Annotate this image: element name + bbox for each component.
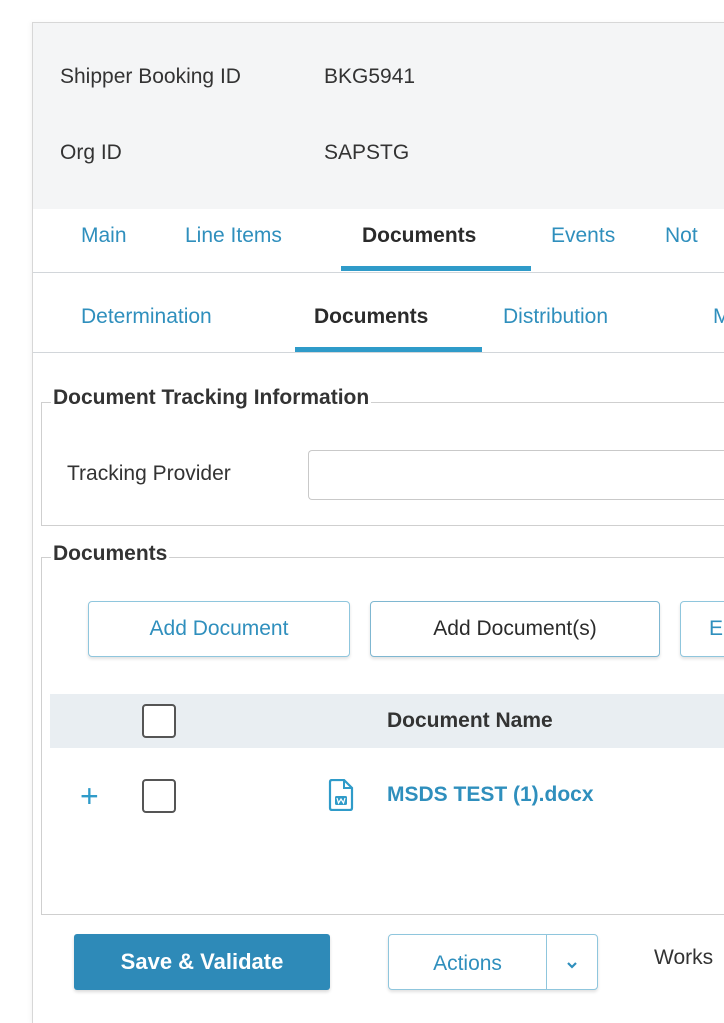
subtab-documents[interactable]: Documents xyxy=(314,305,428,329)
documents-table-header: Document Name xyxy=(50,694,724,748)
shipper-booking-id-label: Shipper Booking ID xyxy=(60,65,241,88)
workflow-text: Works xyxy=(654,946,714,969)
tracking-legend: Document Tracking Information xyxy=(51,386,372,410)
actions-split-button: Actions xyxy=(388,934,598,990)
document-name-link[interactable]: MSDS TEST (1).docx xyxy=(387,783,594,807)
sub-tab-active-indicator xyxy=(295,347,482,352)
tab-documents[interactable]: Documents xyxy=(362,224,476,248)
chevron-down-icon xyxy=(567,962,577,969)
subtab-determination[interactable]: Determination xyxy=(81,305,212,329)
actions-dropdown-toggle[interactable] xyxy=(547,935,597,989)
tracking-provider-label: Tracking Provider xyxy=(67,462,231,485)
row-checkbox[interactable] xyxy=(142,779,176,813)
tab-line-items[interactable]: Line Items xyxy=(185,224,282,248)
documents-legend: Documents xyxy=(51,542,170,566)
save-validate-button[interactable]: Save & Validate xyxy=(74,934,330,990)
add-documents-button[interactable]: Add Document(s) xyxy=(370,601,660,657)
edit-button[interactable]: E xyxy=(680,601,724,657)
actions-button[interactable]: Actions xyxy=(389,935,546,989)
tracking-provider-input[interactable] xyxy=(308,450,724,500)
main-tab-active-indicator xyxy=(341,266,531,271)
shipper-booking-id-value: BKG5941 xyxy=(324,65,416,88)
word-document-icon xyxy=(328,778,354,816)
add-document-button[interactable]: Add Document xyxy=(88,601,350,657)
select-all-checkbox[interactable] xyxy=(142,704,176,738)
tab-events[interactable]: Events xyxy=(551,224,615,248)
org-id-label: Org ID xyxy=(60,141,122,164)
main-tab-bar: Main Line Items Documents Events Not xyxy=(33,210,724,273)
org-id-value: SAPSTG xyxy=(324,141,410,164)
booking-header: Shipper Booking ID BKG5941 Org ID SAPSTG xyxy=(33,23,724,209)
sub-tab-bar: Determination Documents Distribution M xyxy=(33,272,724,353)
column-document-name[interactable]: Document Name xyxy=(387,709,553,733)
tab-main[interactable]: Main xyxy=(81,224,127,248)
subtab-distribution[interactable]: Distribution xyxy=(503,305,608,329)
tab-notes[interactable]: Not xyxy=(665,224,698,248)
subtab-more[interactable]: M xyxy=(713,305,724,329)
expand-row-icon[interactable]: + xyxy=(80,780,99,812)
